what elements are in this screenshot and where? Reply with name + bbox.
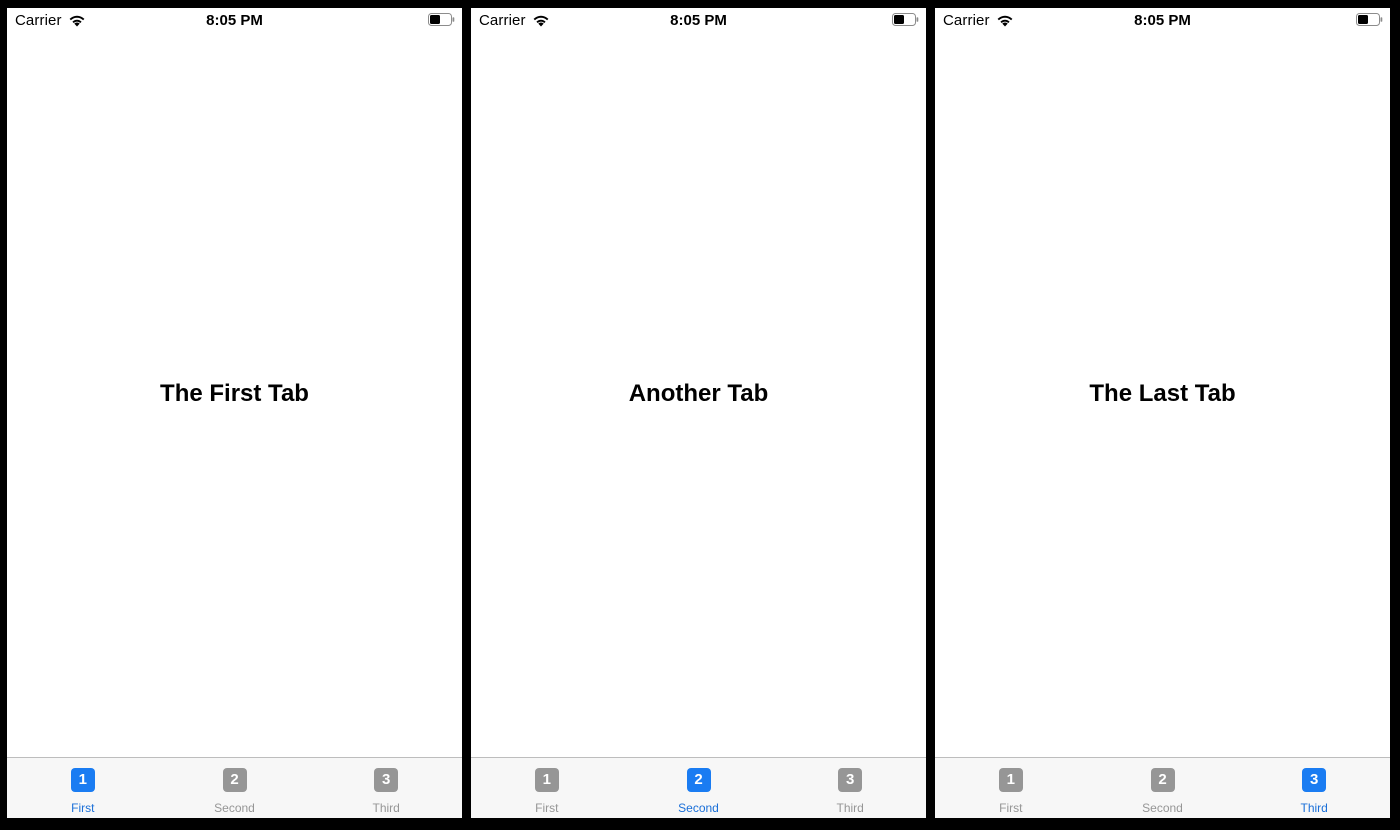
status-bar: Carrier 8:05 PM (7, 8, 462, 34)
tab-first[interactable]: 1 First (7, 758, 159, 818)
battery-icon (428, 13, 455, 26)
battery-icon (1356, 13, 1383, 26)
tab-second[interactable]: 2 Second (623, 758, 775, 818)
tab-label: Second (1142, 801, 1183, 815)
tab-first[interactable]: 1 First (471, 758, 623, 818)
tab-third[interactable]: 3 Third (310, 758, 462, 818)
phone-screen-first: Carrier 8:05 PM The First Tab 1 First 2 … (7, 8, 462, 818)
phone-screen-second: Carrier 8:05 PM Another Tab 1 First 2 Se… (471, 8, 926, 818)
tab-bar: 1 First 2 Second 3 Third (935, 757, 1390, 818)
tab-first[interactable]: 1 First (935, 758, 1087, 818)
tab-number-three-icon: 3 (1302, 768, 1327, 792)
tab-label: Third (836, 801, 864, 815)
tab-number-one-icon: 1 (534, 768, 559, 792)
tab-label: First (999, 801, 1023, 815)
tab-number-one-icon: 1 (70, 768, 95, 792)
tab-bar: 1 First 2 Second 3 Third (471, 757, 926, 818)
tab-label: First (71, 801, 95, 815)
tab-number-three-icon: 3 (838, 768, 863, 792)
tab-content: Another Tab (471, 34, 926, 758)
screen-title: The First Tab (160, 380, 309, 407)
tab-number-two-icon: 2 (686, 768, 711, 792)
tab-number-two-icon: 2 (222, 768, 247, 792)
screen-title: Another Tab (628, 380, 769, 407)
tab-content: The First Tab (7, 34, 462, 758)
tab-label: Third (1300, 801, 1328, 815)
tab-number-one-icon: 1 (998, 768, 1023, 792)
tab-number-three-icon: 3 (374, 768, 399, 792)
tab-label: Third (372, 801, 400, 815)
tab-label: Second (678, 801, 719, 815)
tab-label: First (535, 801, 559, 815)
tab-number-two-icon: 2 (1150, 768, 1175, 792)
battery-icon (892, 13, 919, 26)
screen-title: The Last Tab (1089, 380, 1236, 407)
tab-second[interactable]: 2 Second (159, 758, 311, 818)
status-time: 8:05 PM (670, 12, 727, 29)
status-bar: Carrier 8:05 PM (471, 8, 926, 34)
status-bar: Carrier 8:05 PM (935, 8, 1390, 34)
status-time: 8:05 PM (206, 12, 263, 29)
tab-content: The Last Tab (935, 34, 1390, 758)
tab-second[interactable]: 2 Second (1087, 758, 1239, 818)
tab-label: Second (214, 801, 255, 815)
status-time: 8:05 PM (1134, 12, 1191, 29)
tab-bar: 1 First 2 Second 3 Third (7, 757, 462, 818)
tab-third[interactable]: 3 Third (1238, 758, 1390, 818)
tab-third[interactable]: 3 Third (774, 758, 926, 818)
phone-screen-third: Carrier 8:05 PM The Last Tab 1 First 2 S… (935, 8, 1390, 818)
